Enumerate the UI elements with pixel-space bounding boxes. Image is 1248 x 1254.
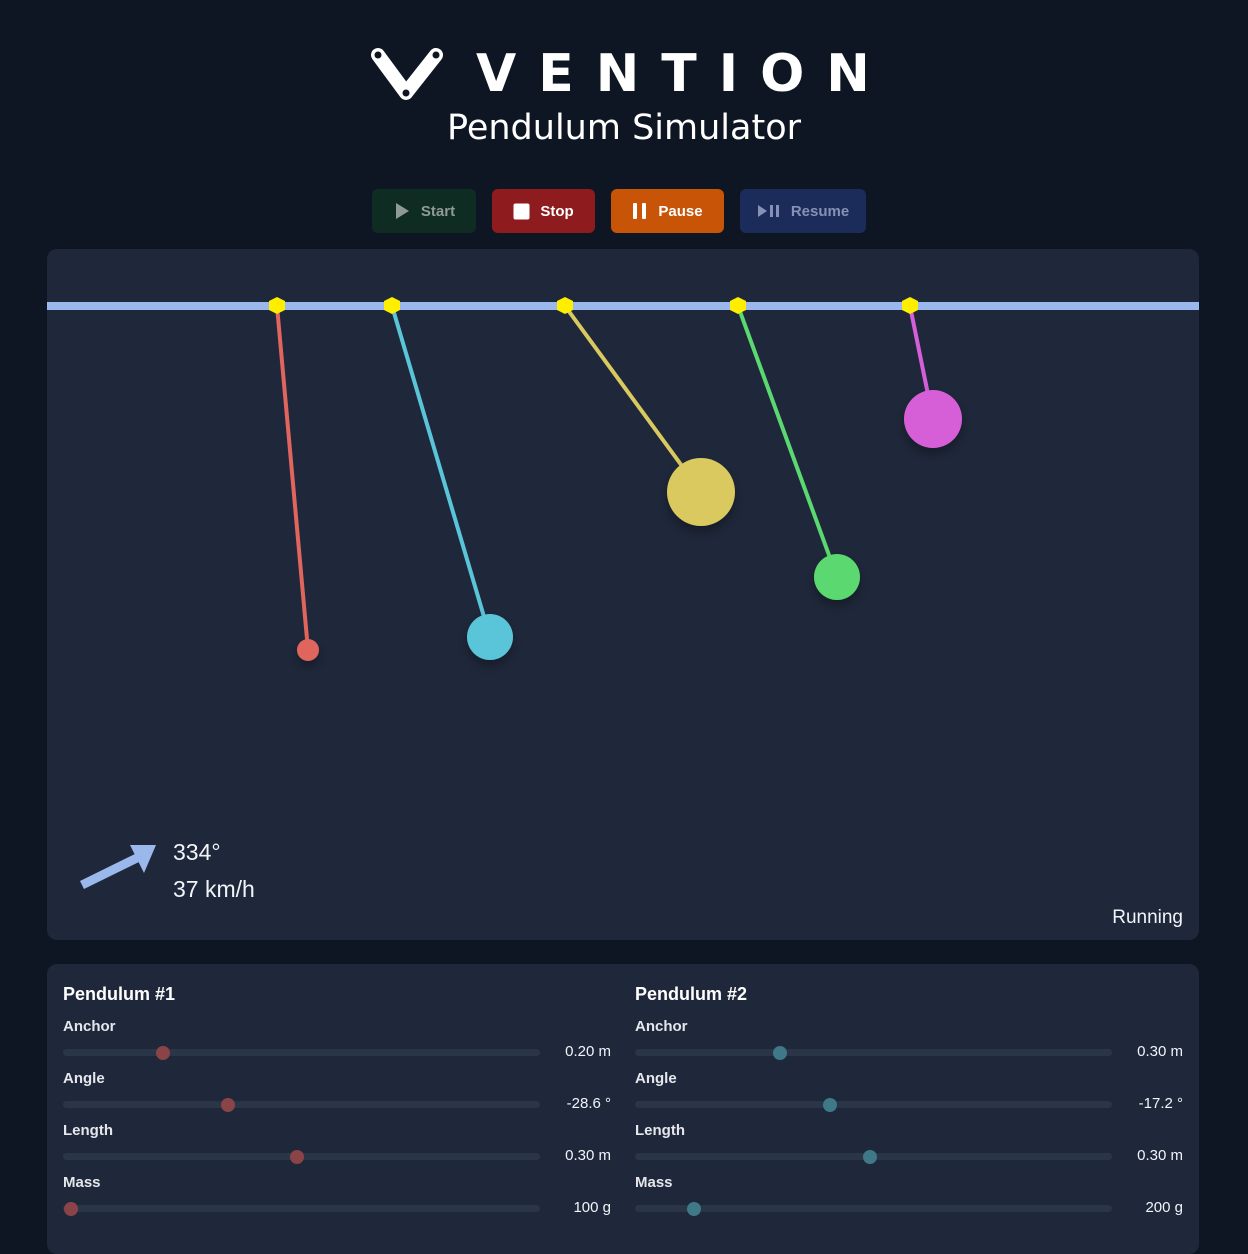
pause-label: Pause [658,202,703,220]
length-label: Length [63,1122,113,1139]
anchor-slider[interactable] [63,1046,540,1060]
anchor-label: Anchor [635,1018,688,1035]
angle-label: Angle [635,1070,677,1087]
pendulum-scene [47,297,1199,890]
wind-direction: 334° [173,839,221,865]
slider-thumb[interactable] [822,1098,837,1112]
vention-logo-icon [371,48,443,100]
anchor-point-5 [902,297,918,314]
pendulum-1-length-row: Length 0.30 m [63,1122,611,1174]
length-slider[interactable] [635,1150,1112,1164]
pendulum-1[interactable] [275,304,319,661]
pendulum-1-mass-row: Mass 100 g [63,1174,611,1226]
pendulum-1-settings: Pendulum #1 Anchor 0.20 m Angle -28.6 ° … [63,982,611,1216]
play-icon [393,202,411,220]
slider-thumb[interactable] [63,1202,78,1216]
pendulum-3[interactable] [563,304,735,526]
stop-icon [513,203,530,220]
pendulum-4[interactable] [736,304,860,600]
play-pause-icon [757,203,781,219]
angle-label: Angle [63,1070,105,1087]
pause-icon [632,202,648,220]
length-value: 0.30 m [565,1147,611,1164]
pendulum-1-anchor-row: Anchor 0.20 m [63,1018,611,1070]
stop-button[interactable]: Stop [492,189,595,233]
angle-value: -28.6 ° [566,1095,611,1112]
anchor-point-1 [269,297,285,314]
length-slider[interactable] [63,1150,540,1164]
anchor-value: 0.20 m [565,1043,611,1060]
brand-name: VENTION [476,44,892,104]
pendulum-2-angle-row: Angle -17.2 ° [635,1070,1183,1122]
length-label: Length [635,1122,685,1139]
mass-label: Mass [635,1174,673,1191]
stop-label: Stop [540,202,574,220]
start-label: Start [420,202,456,220]
slider-thumb[interactable] [686,1202,701,1216]
angle-slider[interactable] [635,1098,1112,1112]
simulation-controls: Start Stop Pause Resume [0,189,1248,233]
mass-slider[interactable] [635,1202,1112,1216]
wind-speed: 37 km/h [173,876,255,902]
pendulum-2-title: Pendulum #2 [635,984,748,1004]
anchor-point-2 [384,297,400,314]
angle-value: -17.2 ° [1138,1095,1183,1112]
page-title: Pendulum Simulator [446,108,802,148]
header: VENTION Pendulum Simulator [0,0,1248,180]
slider-thumb[interactable] [863,1150,878,1164]
length-value: 0.30 m [1137,1147,1183,1164]
start-button[interactable]: Start [372,189,476,233]
mass-slider[interactable] [63,1202,540,1216]
slider-thumb[interactable] [289,1150,304,1164]
pendulum-2-mass-row: Mass 200 g [635,1174,1183,1226]
anchor-point-4 [730,297,746,314]
pendulum-2[interactable] [390,304,513,660]
angle-slider[interactable] [63,1098,540,1112]
pendulum-1-angle-row: Angle -28.6 ° [63,1070,611,1122]
wind-arrow-icon [80,845,156,890]
resume-button[interactable]: Resume [740,189,866,233]
resume-label: Resume [790,202,850,220]
pause-button[interactable]: Pause [611,189,724,233]
anchor-slider[interactable] [635,1046,1112,1060]
simulation-canvas[interactable]: 334° 37 km/h Running [47,249,1199,940]
brand-logo: VENTION [366,44,892,104]
simulation-status: Running [1112,907,1183,928]
pendulum-5[interactable] [904,304,962,448]
slider-thumb[interactable] [220,1098,235,1112]
pendulum-1-title: Pendulum #1 [63,984,176,1004]
anchor-value: 0.30 m [1137,1043,1183,1060]
mass-label: Mass [63,1174,101,1191]
mass-value: 100 g [573,1199,611,1216]
mass-value: 200 g [1145,1199,1183,1216]
pendulum-2-anchor-row: Anchor 0.30 m [635,1018,1183,1070]
anchor-label: Anchor [63,1018,116,1035]
pendulum-settings-panel: Pendulum #1 Anchor 0.20 m Angle -28.6 ° … [47,964,1199,1254]
rail [47,302,1199,310]
slider-thumb[interactable] [156,1046,171,1060]
pendulum-2-settings: Pendulum #2 Anchor 0.30 m Angle -17.2 ° … [635,982,1183,1216]
pendulum-2-length-row: Length 0.30 m [635,1122,1183,1174]
slider-thumb[interactable] [773,1046,788,1060]
